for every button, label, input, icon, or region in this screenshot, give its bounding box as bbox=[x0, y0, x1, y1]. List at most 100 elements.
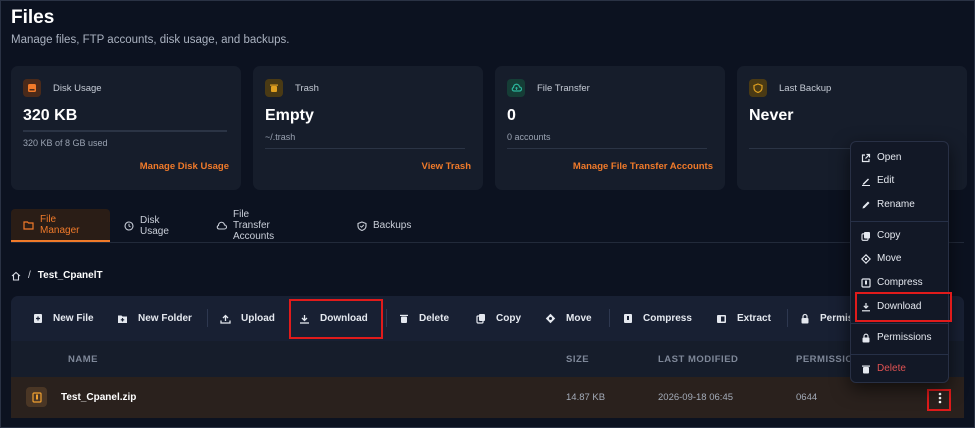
button-label: Move bbox=[566, 313, 592, 324]
card-label: Last Backup bbox=[779, 83, 832, 94]
card-detail: 320 KB of 8 GB used bbox=[23, 138, 108, 148]
new-file-button[interactable]: New File bbox=[33, 296, 94, 341]
file-plus-icon bbox=[33, 313, 43, 324]
toolbar-divider bbox=[207, 309, 208, 327]
menu-label: Move bbox=[877, 253, 902, 264]
tab-file-transfer-accounts[interactable]: File Transfer Accounts bbox=[204, 209, 286, 242]
tab-label: File Transfer Accounts bbox=[233, 209, 275, 242]
menu-label: Copy bbox=[877, 230, 901, 241]
cloud-icon bbox=[216, 221, 227, 231]
compress-button[interactable]: Compress bbox=[623, 296, 692, 341]
copy-icon bbox=[476, 313, 486, 324]
move-button[interactable]: Move bbox=[545, 296, 592, 341]
manage-disk-usage-link[interactable]: Manage Disk Usage bbox=[140, 161, 229, 172]
pencil-icon bbox=[861, 200, 871, 210]
clock-icon bbox=[124, 220, 134, 231]
tab-file-manager[interactable]: File Manager bbox=[11, 209, 110, 242]
card-value: Never bbox=[749, 107, 794, 124]
trash-icon bbox=[861, 364, 871, 374]
new-folder-button[interactable]: New Folder bbox=[117, 296, 192, 341]
extract-button[interactable]: Extract bbox=[716, 296, 771, 341]
archive-icon bbox=[623, 313, 633, 324]
extract-icon bbox=[716, 314, 727, 324]
button-label: Download bbox=[320, 313, 368, 324]
external-link-icon bbox=[861, 153, 871, 163]
move-icon bbox=[861, 253, 871, 264]
view-trash-link[interactable]: View Trash bbox=[422, 161, 471, 172]
tab-disk-usage[interactable]: Disk Usage bbox=[112, 209, 181, 242]
tab-backups[interactable]: Backups bbox=[345, 209, 423, 242]
shield-check-icon bbox=[357, 220, 367, 231]
card-label: Disk Usage bbox=[53, 83, 102, 94]
toolbar-divider bbox=[787, 309, 788, 327]
menu-divider bbox=[851, 323, 948, 324]
card-label: File Transfer bbox=[537, 83, 590, 94]
breadcrumb-current[interactable]: Test_CpanelT bbox=[38, 270, 103, 281]
menu-item-move[interactable]: Move bbox=[861, 253, 901, 264]
file-toolbar: New File New Folder Upload Download Dele… bbox=[11, 296, 964, 341]
menu-divider bbox=[851, 354, 948, 355]
file-name[interactable]: Test_Cpanel.zip bbox=[61, 392, 136, 403]
table-row[interactable]: Test_Cpanel.zip 14.87 KB 2026-09-18 06:4… bbox=[11, 377, 964, 418]
zip-file-icon bbox=[26, 387, 47, 407]
card-value: 320 KB bbox=[23, 107, 78, 124]
menu-item-delete[interactable]: Delete bbox=[861, 363, 906, 374]
menu-item-edit[interactable]: Edit bbox=[861, 175, 894, 186]
button-label: Compress bbox=[643, 313, 692, 324]
permissions-button[interactable]: Permis bbox=[800, 296, 853, 341]
menu-item-compress[interactable]: Compress bbox=[861, 277, 923, 288]
button-label: Copy bbox=[496, 313, 521, 324]
upload-button[interactable]: Upload bbox=[220, 296, 275, 341]
menu-item-permissions[interactable]: Permissions bbox=[861, 332, 931, 343]
col-size[interactable]: SIZE bbox=[566, 354, 589, 365]
edit-icon bbox=[861, 176, 871, 186]
menu-item-open[interactable]: Open bbox=[861, 152, 901, 163]
tab-underline bbox=[11, 242, 964, 243]
page-subtitle: Manage files, FTP accounts, disk usage, … bbox=[11, 34, 290, 46]
col-last-modified[interactable]: LAST MODIFIED bbox=[658, 354, 738, 365]
menu-item-rename[interactable]: Rename bbox=[861, 199, 915, 210]
cloud-upload-icon bbox=[507, 79, 525, 97]
card-detail: 0 accounts bbox=[507, 132, 551, 142]
move-icon bbox=[545, 313, 556, 324]
button-label: Upload bbox=[241, 313, 275, 324]
folder-plus-icon bbox=[117, 314, 128, 324]
menu-divider bbox=[851, 221, 948, 222]
menu-item-download[interactable]: Download bbox=[861, 301, 921, 312]
card-disk-usage: Disk Usage 320 KB 320 KB of 8 GB used Ma… bbox=[11, 66, 241, 190]
row-actions-button[interactable] bbox=[930, 388, 950, 408]
home-icon[interactable] bbox=[11, 271, 21, 281]
copy-icon bbox=[861, 231, 871, 241]
upload-icon bbox=[220, 314, 231, 324]
download-button[interactable]: Download bbox=[299, 296, 368, 341]
folder-icon bbox=[23, 220, 34, 230]
toolbar-divider bbox=[609, 309, 610, 327]
breadcrumb-separator: / bbox=[28, 270, 31, 281]
shield-icon bbox=[749, 79, 767, 97]
button-label: Extract bbox=[737, 313, 771, 324]
menu-item-copy[interactable]: Copy bbox=[861, 230, 900, 241]
usage-bar bbox=[23, 130, 227, 132]
archive-icon bbox=[861, 277, 871, 288]
tab-label: Disk Usage bbox=[140, 214, 169, 237]
trash-icon bbox=[265, 79, 283, 97]
col-permissions[interactable]: PERMISSIO bbox=[796, 354, 853, 365]
card-value: 0 bbox=[507, 107, 516, 124]
lock-icon bbox=[800, 313, 810, 324]
menu-label: Compress bbox=[877, 277, 923, 288]
menu-label: Download bbox=[877, 301, 922, 312]
menu-label: Permissions bbox=[877, 332, 932, 343]
lock-icon bbox=[861, 333, 871, 343]
menu-label: Open bbox=[877, 152, 902, 163]
file-size: 14.87 KB bbox=[566, 392, 606, 403]
toolbar-divider bbox=[386, 309, 387, 327]
download-icon bbox=[861, 302, 871, 312]
copy-button[interactable]: Copy bbox=[476, 296, 521, 341]
menu-label: Delete bbox=[877, 363, 906, 374]
card-label: Trash bbox=[295, 83, 319, 94]
delete-button[interactable]: Delete bbox=[399, 296, 449, 341]
manage-file-transfer-link[interactable]: Manage File Transfer Accounts bbox=[573, 161, 713, 172]
menu-label: Rename bbox=[877, 199, 915, 210]
col-name[interactable]: NAME bbox=[68, 354, 98, 365]
button-label: Permis bbox=[820, 313, 854, 324]
